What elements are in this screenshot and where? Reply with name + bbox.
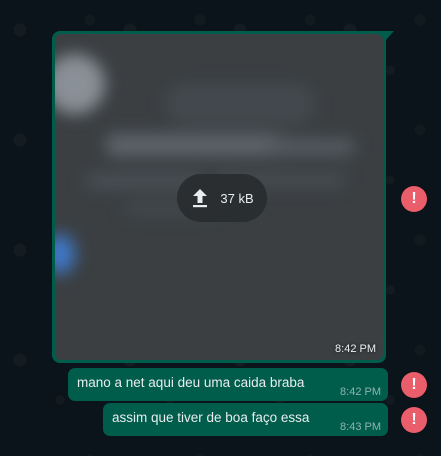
error-exclamation-icon[interactable]: ! <box>401 407 427 433</box>
upload-button[interactable]: 37 kB <box>177 174 267 222</box>
message-text: assim que tiver de boa faço essa <box>112 410 310 425</box>
message-text: mano a net aqui deu uma caida braba <box>77 375 305 390</box>
message-timestamp: 8:43 PM <box>340 421 381 433</box>
error-exclamation-icon[interactable]: ! <box>401 186 427 212</box>
upload-arrow-icon <box>193 189 208 208</box>
blurred-image-preview[interactable]: 37 kB 8:42 PM <box>55 34 383 360</box>
text-message-bubble[interactable]: assim que tiver de boa faço essa 8:43 PM <box>103 403 388 436</box>
message-timestamp: 8:42 PM <box>335 343 376 355</box>
image-message-bubble[interactable]: 37 kB 8:42 PM <box>52 31 394 363</box>
error-exclamation-icon[interactable]: ! <box>401 372 427 398</box>
text-message-bubble[interactable]: mano a net aqui deu uma caida braba 8:42… <box>68 368 388 401</box>
upload-size-label: 37 kB <box>220 190 254 206</box>
bubble-tail <box>385 31 394 41</box>
chat-background: 37 kB 8:42 PM ! mano a net aqui deu uma … <box>0 0 441 456</box>
message-timestamp: 8:42 PM <box>340 386 381 398</box>
